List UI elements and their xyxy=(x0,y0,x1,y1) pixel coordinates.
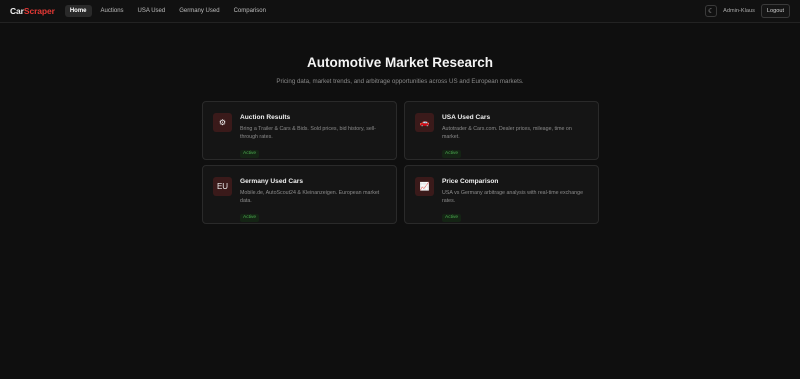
brand-logo[interactable]: CarScraper xyxy=(10,6,55,16)
status-badge: Active xyxy=(442,149,462,158)
nav-right: ☾ Admin-Klaus Logout xyxy=(705,4,790,18)
card-description: Bring a Trailer & Cars & Bids. Sold pric… xyxy=(240,126,376,141)
nav-link-auctions[interactable]: Auctions xyxy=(96,5,129,17)
nav-link-germany-used[interactable]: Germany Used xyxy=(174,5,224,17)
card-auction-results[interactable]: ⚙ Auction Results Bring a Trailer & Cars… xyxy=(202,101,397,160)
brand-scraper: Scraper xyxy=(23,6,55,16)
user-name: Admin-Klaus xyxy=(723,8,755,14)
card-title: Germany Used Cars xyxy=(240,178,304,185)
eu-icon: EU xyxy=(213,177,232,196)
gear-icon: ⚙ xyxy=(213,113,232,132)
top-nav: CarScraper Home Auctions USA Used German… xyxy=(0,0,800,23)
moon-icon[interactable]: ☾ xyxy=(705,5,718,17)
card-usa-used-cars[interactable]: 🚗 USA Used Cars Autotrader & Cars.com. D… xyxy=(404,101,599,160)
nav-links: Home Auctions USA Used Germany Used Comp… xyxy=(64,5,271,17)
chart-icon: 📈 xyxy=(415,177,434,196)
nav-link-comparison[interactable]: Comparison xyxy=(229,5,271,17)
page-subtitle: Pricing data, market trends, and arbitra… xyxy=(276,78,524,85)
logout-button[interactable]: Logout xyxy=(760,4,790,18)
card-title: Auction Results xyxy=(240,114,291,121)
brand-car: Car xyxy=(10,6,24,16)
page-title: Automotive Market Research xyxy=(306,55,494,70)
hero: Automotive Market Research Pricing data,… xyxy=(0,55,800,85)
card-germany-used-cars[interactable]: EU Germany Used Cars Mobile.de, AutoScou… xyxy=(202,165,397,224)
nav-link-home[interactable]: Home xyxy=(64,5,92,17)
feature-grid: ⚙ Auction Results Bring a Trailer & Cars… xyxy=(202,101,600,224)
card-price-comparison[interactable]: 📈 Price Comparison USA vs Germany arbitr… xyxy=(404,165,599,224)
card-title: Price Comparison xyxy=(442,178,499,185)
card-title: USA Used Cars xyxy=(442,114,491,121)
card-description: Autotrader & Cars.com. Dealer prices, mi… xyxy=(442,126,572,141)
status-badge: Active xyxy=(240,149,260,158)
status-badge: Active xyxy=(240,213,260,222)
card-description: Mobile.de, AutoScout24 & Kleinanzeigen. … xyxy=(240,190,380,205)
card-description: USA vs Germany arbitrage analysis with r… xyxy=(442,190,584,205)
car-icon: 🚗 xyxy=(415,113,434,132)
status-badge: Active xyxy=(442,213,462,222)
nav-link-usa-used[interactable]: USA Used xyxy=(133,5,171,17)
